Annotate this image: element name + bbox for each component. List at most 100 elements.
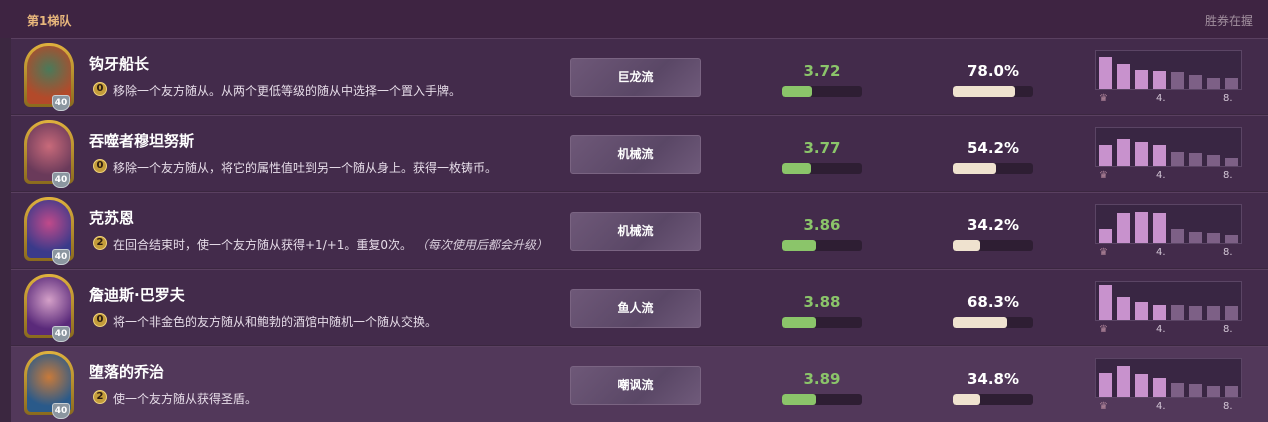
hero-avatar[interactable]: 40 xyxy=(24,43,74,111)
winrate-bar-fill xyxy=(953,240,981,251)
winrate-value: 68.3% xyxy=(966,293,1020,311)
distribution-bar xyxy=(1135,302,1148,320)
winrate-bar xyxy=(953,86,1033,97)
crown-icon: ♛ xyxy=(1099,324,1108,335)
distribution-bar xyxy=(1171,72,1184,89)
distribution-bar xyxy=(1207,155,1220,166)
distribution-bar xyxy=(1189,153,1202,166)
distribution-bar xyxy=(1135,212,1148,243)
tier-winrate-label: 胜券在握 xyxy=(1204,14,1253,28)
placement-bar xyxy=(782,394,862,405)
placement-distribution-chart[interactable] xyxy=(1095,127,1242,167)
distribution-bar xyxy=(1171,305,1184,320)
hero-row[interactable]: 40 吞噬者穆坦努斯 0 移除一个友方随从，将它的属性值吐到另一个随从身上。获得一枚铸… xyxy=(11,115,1268,191)
placement-bar-fill xyxy=(782,163,811,174)
comp-button[interactable]: 机械流 xyxy=(570,135,701,174)
distribution-axis: ♛ 4. 8. xyxy=(1099,247,1242,259)
distribution-axis: ♛ 4. 8. xyxy=(1099,324,1242,336)
hero-name[interactable]: 堕落的乔治 xyxy=(89,361,164,382)
placement-bar xyxy=(782,86,862,97)
distribution-bar xyxy=(1099,285,1112,320)
avg-placement: 3.88 xyxy=(803,293,841,311)
distribution-bar xyxy=(1171,383,1184,397)
hero-name[interactable]: 詹迪斯·巴罗夫 xyxy=(89,284,185,305)
comp-button[interactable]: 机械流 xyxy=(570,212,701,251)
placement-bar xyxy=(782,163,862,174)
hero-avatar[interactable]: 40 xyxy=(24,120,74,188)
hero-avatar[interactable]: 40 xyxy=(24,274,74,342)
armor-badge: 40 xyxy=(52,95,70,111)
winrate-value: 54.2% xyxy=(966,139,1020,157)
armor-badge: 40 xyxy=(52,403,70,419)
axis-tick-4: 4. xyxy=(1156,93,1166,104)
comp-button[interactable]: 巨龙流 xyxy=(570,58,701,97)
winrate-bar xyxy=(953,317,1033,328)
distribution-bar xyxy=(1117,297,1130,320)
distribution-bar xyxy=(1153,213,1166,243)
distribution-bar xyxy=(1225,386,1238,397)
placement-distribution-chart[interactable] xyxy=(1095,358,1242,398)
winrate-value: 78.0% xyxy=(966,62,1020,80)
hero-avatar[interactable]: 40 xyxy=(24,197,74,265)
hero-name[interactable]: 吞噬者穆坦努斯 xyxy=(89,130,194,151)
axis-tick-8: 8. xyxy=(1223,324,1233,335)
hero-power-cost: 2 xyxy=(93,236,107,250)
distribution-bar xyxy=(1171,229,1184,243)
distribution-bar xyxy=(1099,57,1112,89)
hero-name[interactable]: 钩牙船长 xyxy=(89,53,149,74)
comp-button[interactable]: 嘲讽流 xyxy=(570,366,701,405)
axis-tick-8: 8. xyxy=(1223,93,1233,104)
hero-power-text: 移除一个友方随从。从两个更低等级的随从中选择一个置入手牌。 xyxy=(113,84,462,98)
placement-distribution-chart[interactable] xyxy=(1095,281,1242,321)
crown-icon: ♛ xyxy=(1099,93,1108,104)
placement-distribution-chart[interactable] xyxy=(1095,50,1242,90)
distribution-bar xyxy=(1117,213,1130,243)
distribution-bar xyxy=(1099,373,1112,397)
avg-placement: 3.89 xyxy=(803,370,841,388)
hero-row[interactable]: 40 克苏恩 2 在回合结束时，使一个友方随从获得+1/+1。重复0次。 （每次使用后… xyxy=(11,192,1268,268)
hero-power-text: 将一个非金色的友方随从和鲍勃的酒馆中随机一个随从交换。 xyxy=(113,315,438,329)
placement-bar xyxy=(782,240,862,251)
tier-list-page: 第1梯队 胜券在握 40 钩牙船长 0 移除一个友方随从。从两个更低等级的随从中选择一… xyxy=(0,0,1268,422)
comp-button[interactable]: 鱼人流 xyxy=(570,289,701,328)
winrate-bar xyxy=(953,240,1033,251)
avg-placement: 3.86 xyxy=(803,216,841,234)
hero-power-text: 移除一个友方随从，将它的属性值吐到另一个随从身上。获得一枚铸币。 xyxy=(113,161,498,175)
hero-avatar[interactable]: 40 xyxy=(24,351,74,419)
placement-bar xyxy=(782,317,862,328)
hero-power-cost: 0 xyxy=(93,159,107,173)
axis-tick-4: 4. xyxy=(1156,324,1166,335)
distribution-bar xyxy=(1207,233,1220,243)
hero-power-text: 在回合结束时，使一个友方随从获得+1/+1。重复0次。 （每次使用后都会升级） xyxy=(113,238,548,252)
hero-name[interactable]: 克苏恩 xyxy=(89,207,134,228)
distribution-bar xyxy=(1189,384,1202,397)
distribution-axis: ♛ 4. 8. xyxy=(1099,170,1242,182)
avg-placement: 3.77 xyxy=(803,139,841,157)
armor-badge: 40 xyxy=(52,326,70,342)
distribution-bar xyxy=(1099,145,1112,166)
distribution-bar xyxy=(1225,306,1238,320)
distribution-bar xyxy=(1153,145,1166,166)
hero-power-cost: 2 xyxy=(93,390,107,404)
winrate-bar xyxy=(953,163,1033,174)
distribution-bar xyxy=(1207,306,1220,320)
winrate-bar xyxy=(953,394,1033,405)
distribution-bar xyxy=(1117,139,1130,166)
placement-distribution-chart[interactable] xyxy=(1095,204,1242,244)
hero-power-text: 使一个友方随从获得圣盾。 xyxy=(113,392,258,406)
distribution-bar xyxy=(1117,366,1130,397)
axis-tick-8: 8. xyxy=(1223,170,1233,181)
hero-row[interactable]: 40 詹迪斯·巴罗夫 0 将一个非金色的友方随从和鲍勃的酒馆中随机一个随从交换。 鱼人流… xyxy=(11,269,1268,345)
axis-tick-8: 8. xyxy=(1223,247,1233,258)
hero-row[interactable]: 40 钩牙船长 0 移除一个友方随从。从两个更低等级的随从中选择一个置入手牌。 巨龙流 3… xyxy=(11,38,1268,114)
distribution-axis: ♛ 4. 8. xyxy=(1099,401,1242,413)
distribution-bar xyxy=(1153,378,1166,397)
armor-badge: 40 xyxy=(52,249,70,265)
hero-row[interactable]: 40 堕落的乔治 2 使一个友方随从获得圣盾。 嘲讽流 3.89 34.8% ♛ 4. 8. xyxy=(11,346,1268,422)
winrate-bar-fill xyxy=(953,163,997,174)
winrate-value: 34.8% xyxy=(966,370,1020,388)
crown-icon: ♛ xyxy=(1099,170,1108,181)
distribution-bar xyxy=(1135,374,1148,397)
hero-power-hint: （每次使用后都会升级） xyxy=(415,238,548,252)
distribution-bar xyxy=(1153,305,1166,320)
